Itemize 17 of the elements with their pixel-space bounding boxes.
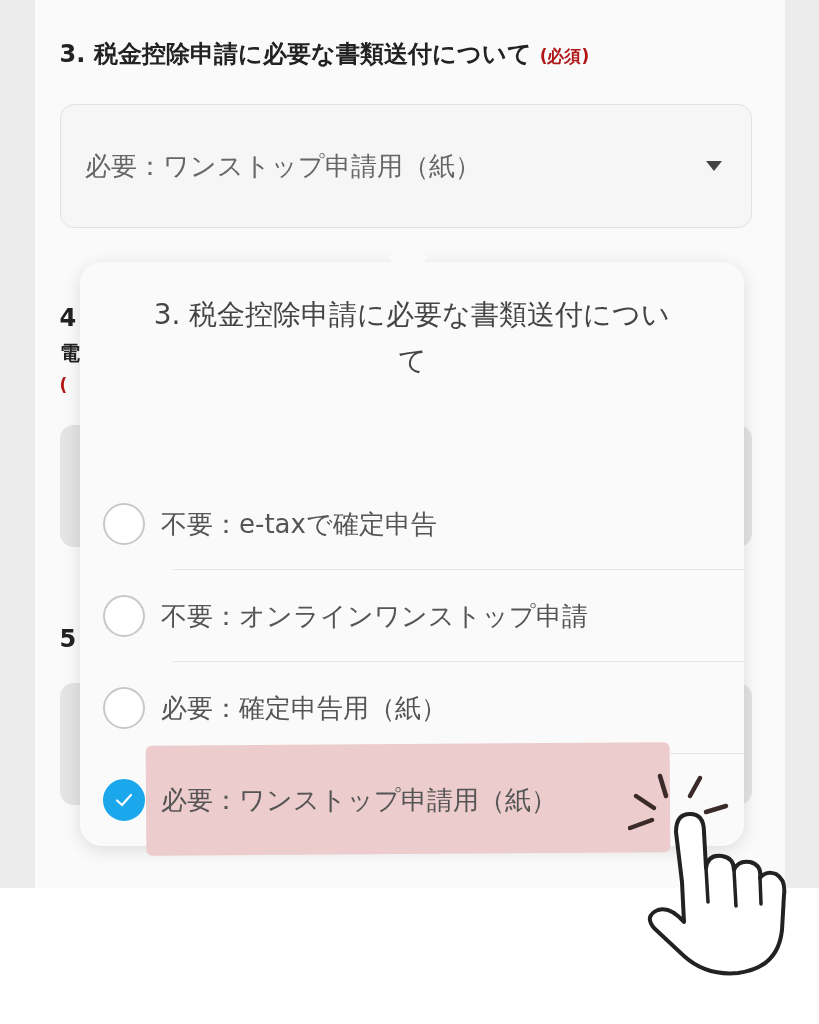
required-label: ( [59, 375, 68, 395]
radio-button[interactable] [103, 779, 145, 821]
question-title: 電 [59, 340, 80, 367]
option-label[interactable]: 不要：e-taxで確定申告 [161, 506, 437, 542]
radio-button[interactable] [103, 595, 145, 637]
question-number: 4 [59, 304, 77, 332]
option-label[interactable]: 必要：ワンストップ申請用（紙） [161, 782, 557, 818]
radio-button[interactable] [103, 687, 145, 729]
caret-icon [704, 160, 723, 172]
option-label[interactable]: 必要：確定申告用（紙） [161, 690, 447, 726]
option-label[interactable]: 不要：オンラインワンストップ申請 [161, 598, 588, 634]
required-label: (必須) [539, 45, 590, 68]
select-field[interactable]: 必要：ワンストップ申請用（紙） [59, 104, 752, 228]
question-number: 5 [59, 625, 77, 653]
question-title: 3. 税金控除申請に必要な書類送付について [59, 39, 532, 70]
radio-button[interactable] [103, 503, 145, 545]
picker-title: 3. 税金控除申請に必要な書類送付について [152, 297, 672, 380]
